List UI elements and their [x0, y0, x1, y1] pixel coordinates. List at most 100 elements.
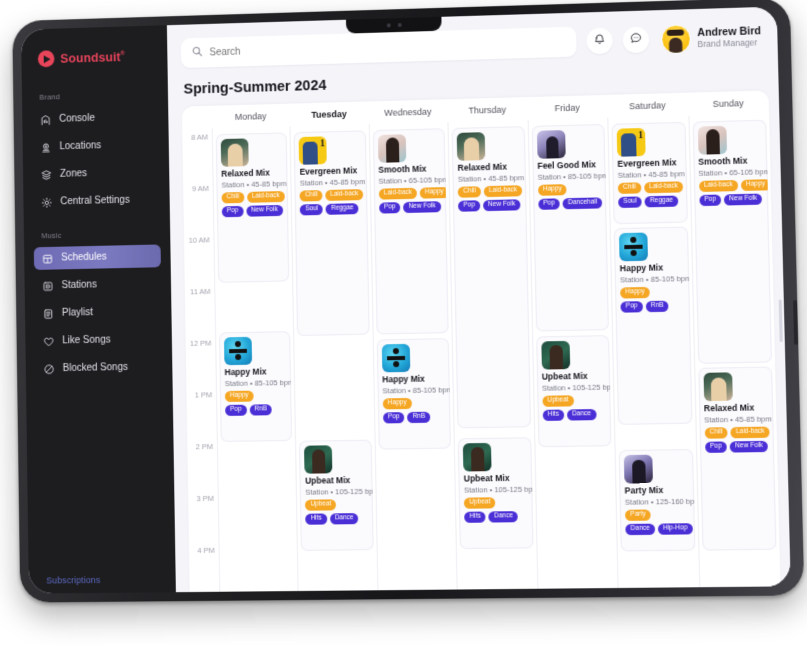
mood-tag[interactable]: Happy: [224, 390, 254, 402]
mood-tag[interactable]: Chill: [617, 182, 642, 194]
calendar-day-tuesday[interactable]: Tuesday: [290, 101, 369, 126]
mood-tag[interactable]: Happy: [740, 178, 771, 191]
calendar-column-thursday[interactable]: Relaxed Mix Station • 45-85 bpm Chill Laid-…: [447, 120, 538, 590]
messages-button[interactable]: [622, 26, 649, 54]
mood-tag[interactable]: Chill: [221, 191, 245, 204]
sidebar-item-stations[interactable]: Stations: [34, 272, 161, 297]
genre-tag[interactable]: Dance: [488, 511, 519, 523]
schedule-event-card[interactable]: Feel Good Mix Station • 85-105 bpm Happy Po…: [531, 123, 610, 332]
genre-tag[interactable]: New Folk: [724, 193, 763, 206]
genre-tag[interactable]: Pop: [221, 205, 244, 218]
sidebar-item-subscriptions[interactable]: Subscriptions: [46, 575, 100, 585]
mood-tag[interactable]: Happy: [419, 186, 449, 199]
schedule-event-card[interactable]: Upbeat Mix Station • 105-125 bpm Upbeat Hit…: [299, 439, 374, 551]
schedule-event-card[interactable]: Smooth Mix Station • 65-105 bpm Laid-back H…: [372, 128, 449, 335]
mood-tag[interactable]: Happy: [537, 183, 568, 196]
genre-tag[interactable]: New Folk: [729, 440, 769, 453]
notifications-button[interactable]: [585, 27, 613, 55]
user-profile[interactable]: Andrew Bird Brand Manager: [660, 22, 762, 54]
calendar-day-sunday[interactable]: Sunday: [687, 90, 769, 115]
genre-tag-row: Hits Dance: [464, 511, 527, 523]
sidebar-item-like-songs[interactable]: Like Songs: [35, 328, 162, 353]
mood-tag[interactable]: Upbeat: [464, 497, 496, 509]
genre-tag[interactable]: New Folk: [482, 199, 521, 212]
mood-tag[interactable]: Laid-back: [698, 179, 738, 192]
schedule-event-card[interactable]: Evergreen MixStation • 45-85 bpmChillLai…: [611, 121, 688, 225]
genre-tag[interactable]: Pop: [225, 404, 247, 416]
genre-tag[interactable]: RnB: [645, 300, 669, 313]
side-button[interactable]: [793, 300, 799, 345]
mood-tag[interactable]: Chill: [299, 189, 323, 202]
mood-tag[interactable]: Party: [625, 509, 652, 521]
schedule-event-card[interactable]: Relaxed Mix Station • 45-85 bpm Chill Laid-…: [451, 126, 531, 429]
schedule-event-card[interactable]: Happy Mix Station • 85-105 bpm Happy Pop RnB: [376, 338, 452, 450]
genre-tag[interactable]: Hits: [305, 513, 327, 525]
genre-tag[interactable]: Pop: [379, 202, 401, 214]
genre-tag[interactable]: Dance: [625, 523, 656, 536]
genre-tag[interactable]: Dancehall: [562, 197, 603, 210]
mood-tag[interactable]: Chill: [458, 185, 481, 198]
mood-tag[interactable]: Laid-back: [325, 188, 364, 201]
calendar-day-thursday[interactable]: Thursday: [447, 97, 527, 122]
schedule-event-card[interactable]: Relaxed Mix Station • 45-85 bpm Chill Laid-…: [215, 132, 290, 283]
mood-tag[interactable]: Laid-back: [483, 184, 523, 198]
genre-tag[interactable]: Hits: [542, 409, 565, 421]
calendar-column-sunday[interactable]: Smooth Mix Station • 65-105 bpm Laid-back H…: [687, 113, 781, 588]
genre-tag[interactable]: Soul: [300, 203, 324, 216]
mood-tag[interactable]: Laid-back: [730, 426, 771, 439]
genre-tag[interactable]: New Folk: [246, 204, 283, 217]
genre-tag[interactable]: Pop: [704, 441, 727, 453]
calendar-column-friday[interactable]: Feel Good Mix Station • 85-105 bpm Happy Po…: [527, 117, 618, 589]
genre-tag[interactable]: RnB: [249, 404, 272, 416]
mood-tag[interactable]: Happy: [382, 397, 412, 410]
mood-tag[interactable]: Upbeat: [542, 395, 574, 407]
genre-tag[interactable]: Soul: [618, 196, 642, 209]
brand-logo[interactable]: Soundsuit: [21, 47, 167, 68]
schedule-event-card[interactable]: Upbeat Mix Station • 105-125 bpm Upbeat Hit…: [457, 437, 534, 550]
mood-tag[interactable]: Chill: [704, 426, 728, 439]
schedule-event-card[interactable]: Happy Mix Station • 85-105 bpm Happy Pop RnB: [613, 226, 692, 425]
genre-tag[interactable]: Hits: [464, 511, 487, 523]
mood-tag[interactable]: Laid-back: [378, 187, 418, 200]
sidebar-item-locations[interactable]: Locations: [32, 133, 159, 159]
scrollbar[interactable]: [778, 299, 783, 343]
schedule-event-card[interactable]: Smooth Mix Station • 65-105 bpm Laid-back H…: [692, 119, 772, 364]
schedule-event-card[interactable]: Party Mix Station • 125-160 bpm Party Dance…: [618, 449, 695, 552]
genre-tag[interactable]: Reggae: [325, 203, 359, 215]
sidebar-item-zones[interactable]: Zones: [33, 160, 160, 186]
genre-tag[interactable]: New Folk: [403, 201, 441, 214]
genre-tag[interactable]: Pop: [382, 411, 405, 424]
sidebar-item-console[interactable]: Console: [32, 105, 159, 131]
genre-tag[interactable]: Reggae: [644, 195, 679, 208]
calendar-day-friday[interactable]: Friday: [527, 95, 608, 120]
sidebar-item-schedules[interactable]: Schedules: [33, 244, 161, 270]
search-input[interactable]: [209, 36, 565, 58]
calendar-day-monday[interactable]: Monday: [211, 104, 290, 129]
genre-tag[interactable]: Dance: [329, 512, 359, 525]
mood-tag[interactable]: Happy: [620, 286, 650, 299]
mood-tag[interactable]: Laid-back: [643, 181, 684, 194]
calendar-column-wednesday[interactable]: Smooth Mix Station • 65-105 bpm Laid-back H…: [368, 122, 457, 591]
schedule-event-card[interactable]: Happy Mix Station • 85-105 bpm Happy Pop RnB: [218, 331, 293, 442]
genre-tag[interactable]: Hip-Hop: [657, 523, 693, 535]
calendar-column-monday[interactable]: Relaxed Mix Station • 45-85 bpm Chill Laid-…: [211, 126, 299, 592]
sidebar-item-central-settings[interactable]: Central Settings: [33, 188, 160, 214]
schedule-event-card[interactable]: Evergreen MixStation • 45-85 bpmChillLai…: [293, 130, 370, 336]
sidebar-item-blocked-songs[interactable]: Blocked Songs: [35, 355, 162, 380]
genre-tag[interactable]: RnB: [407, 411, 431, 424]
mood-tag[interactable]: Laid-back: [246, 190, 285, 203]
calendar-column-tuesday[interactable]: Evergreen MixStation • 45-85 bpmChillLai…: [289, 124, 378, 592]
mood-tag[interactable]: Upbeat: [305, 499, 337, 511]
calendar-day-wednesday[interactable]: Wednesday: [368, 99, 448, 124]
genre-tag[interactable]: Pop: [458, 200, 481, 212]
schedule-event-card[interactable]: Relaxed Mix Station • 45-85 bpm Chill Laid-…: [697, 366, 777, 551]
genre-tag[interactable]: Pop: [698, 194, 722, 207]
genre-tag[interactable]: Dance: [566, 408, 597, 421]
genre-tag[interactable]: Pop: [538, 198, 561, 210]
calendar-day-saturday[interactable]: Saturday: [607, 93, 688, 118]
schedule-event-card[interactable]: Upbeat Mix Station • 105-125 bpm Upbeat Hit…: [535, 335, 612, 448]
search-bar[interactable]: [180, 26, 577, 69]
genre-tag[interactable]: Pop: [620, 301, 643, 313]
sidebar-item-playlist[interactable]: Playlist: [35, 300, 162, 325]
calendar-column-saturday[interactable]: Evergreen MixStation • 45-85 bpmChillLai…: [607, 115, 699, 588]
